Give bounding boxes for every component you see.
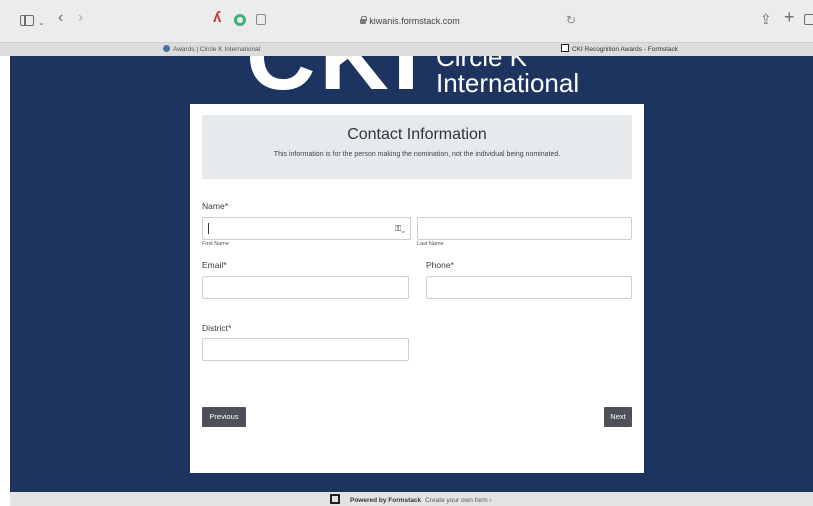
page-background: CKI Circle K International Contact Infor…: [10, 56, 813, 492]
logo-mark: CKI: [246, 56, 423, 106]
required-mark: *: [450, 260, 454, 270]
formstack-footer: Powered by Formstack Create your own form…: [10, 492, 813, 506]
required-mark: *: [227, 323, 232, 333]
grammarly-icon[interactable]: [234, 14, 246, 26]
cki-logo: CKI Circle K International: [10, 56, 813, 106]
previous-button[interactable]: Previous: [202, 407, 246, 427]
logo-line-2: International: [436, 68, 580, 98]
browser-window: ⌄ ‹ › ʎ kiwanis.formstack.com ↻ ⇪ + Awar…: [0, 0, 813, 506]
new-tab-button[interactable]: +: [784, 8, 795, 26]
district-label: District*: [202, 323, 231, 333]
create-form-link[interactable]: Create your own form ›: [425, 497, 491, 504]
next-button[interactable]: Next: [604, 407, 632, 427]
browser-toolbar: ⌄ ‹ › ʎ kiwanis.formstack.com ↻ ⇪ +: [0, 0, 813, 42]
formstack-logo-icon: [330, 494, 340, 504]
extension-icon[interactable]: ʎ: [213, 10, 221, 25]
email-label: Email*: [202, 260, 227, 270]
section-subtitle: This information is for the person makin…: [273, 151, 561, 158]
section-header: Contact Information This information is …: [202, 115, 632, 179]
form-card: Contact Information This information is …: [190, 104, 644, 473]
tab-bar: Awards | Circle K International CKI Reco…: [0, 42, 813, 56]
share-icon[interactable]: ⇪: [760, 12, 772, 26]
email-field[interactable]: [202, 276, 409, 299]
section-title: Contact Information: [347, 126, 487, 143]
reader-icon[interactable]: [256, 14, 266, 25]
address-text: kiwanis.formstack.com: [369, 16, 460, 26]
chevron-down-icon[interactable]: ⌄: [38, 16, 45, 30]
phone-label: Phone*: [426, 260, 454, 270]
first-name-input[interactable]: ⚿⌄: [202, 217, 411, 240]
forward-button[interactable]: ›: [78, 10, 83, 26]
name-label: Name*: [202, 201, 228, 211]
autofill-key-icon[interactable]: ⚿⌄: [395, 224, 405, 234]
reload-icon[interactable]: ↻: [566, 13, 576, 27]
footer-content: Powered by Formstack Create your own form…: [330, 494, 492, 506]
tab-label: Awards | Circle K International: [173, 46, 261, 53]
address-bar[interactable]: kiwanis.formstack.com: [340, 14, 480, 28]
tab-overview-icon[interactable]: [804, 14, 813, 25]
globe-icon: [163, 45, 170, 52]
text-cursor: [208, 223, 209, 234]
phone-label-text: Phone: [426, 260, 451, 270]
tab-formstack[interactable]: CKI Recognition Awards - Formstack: [561, 43, 678, 56]
tab-awards[interactable]: Awards | Circle K International: [163, 43, 260, 56]
back-button[interactable]: ‹: [58, 10, 63, 26]
last-name-sublabel: Last Name: [417, 241, 444, 247]
district-field[interactable]: [202, 338, 409, 361]
sidebar-toggle-icon[interactable]: [20, 15, 34, 26]
tab-label: CKI Recognition Awards - Formstack: [572, 46, 679, 53]
phone-field[interactable]: [426, 276, 632, 299]
lock-icon: [360, 16, 368, 24]
email-label-text: Email: [202, 260, 224, 270]
formstack-icon: [561, 44, 569, 52]
last-name-input[interactable]: [417, 217, 632, 240]
required-mark: *: [223, 260, 227, 270]
first-name-sublabel: First Name: [202, 241, 229, 247]
required-mark: *: [224, 201, 228, 211]
district-label-text: District: [202, 323, 228, 333]
name-label-text: Name: [202, 201, 225, 211]
powered-by-text[interactable]: Powered by Formstack: [350, 497, 421, 504]
